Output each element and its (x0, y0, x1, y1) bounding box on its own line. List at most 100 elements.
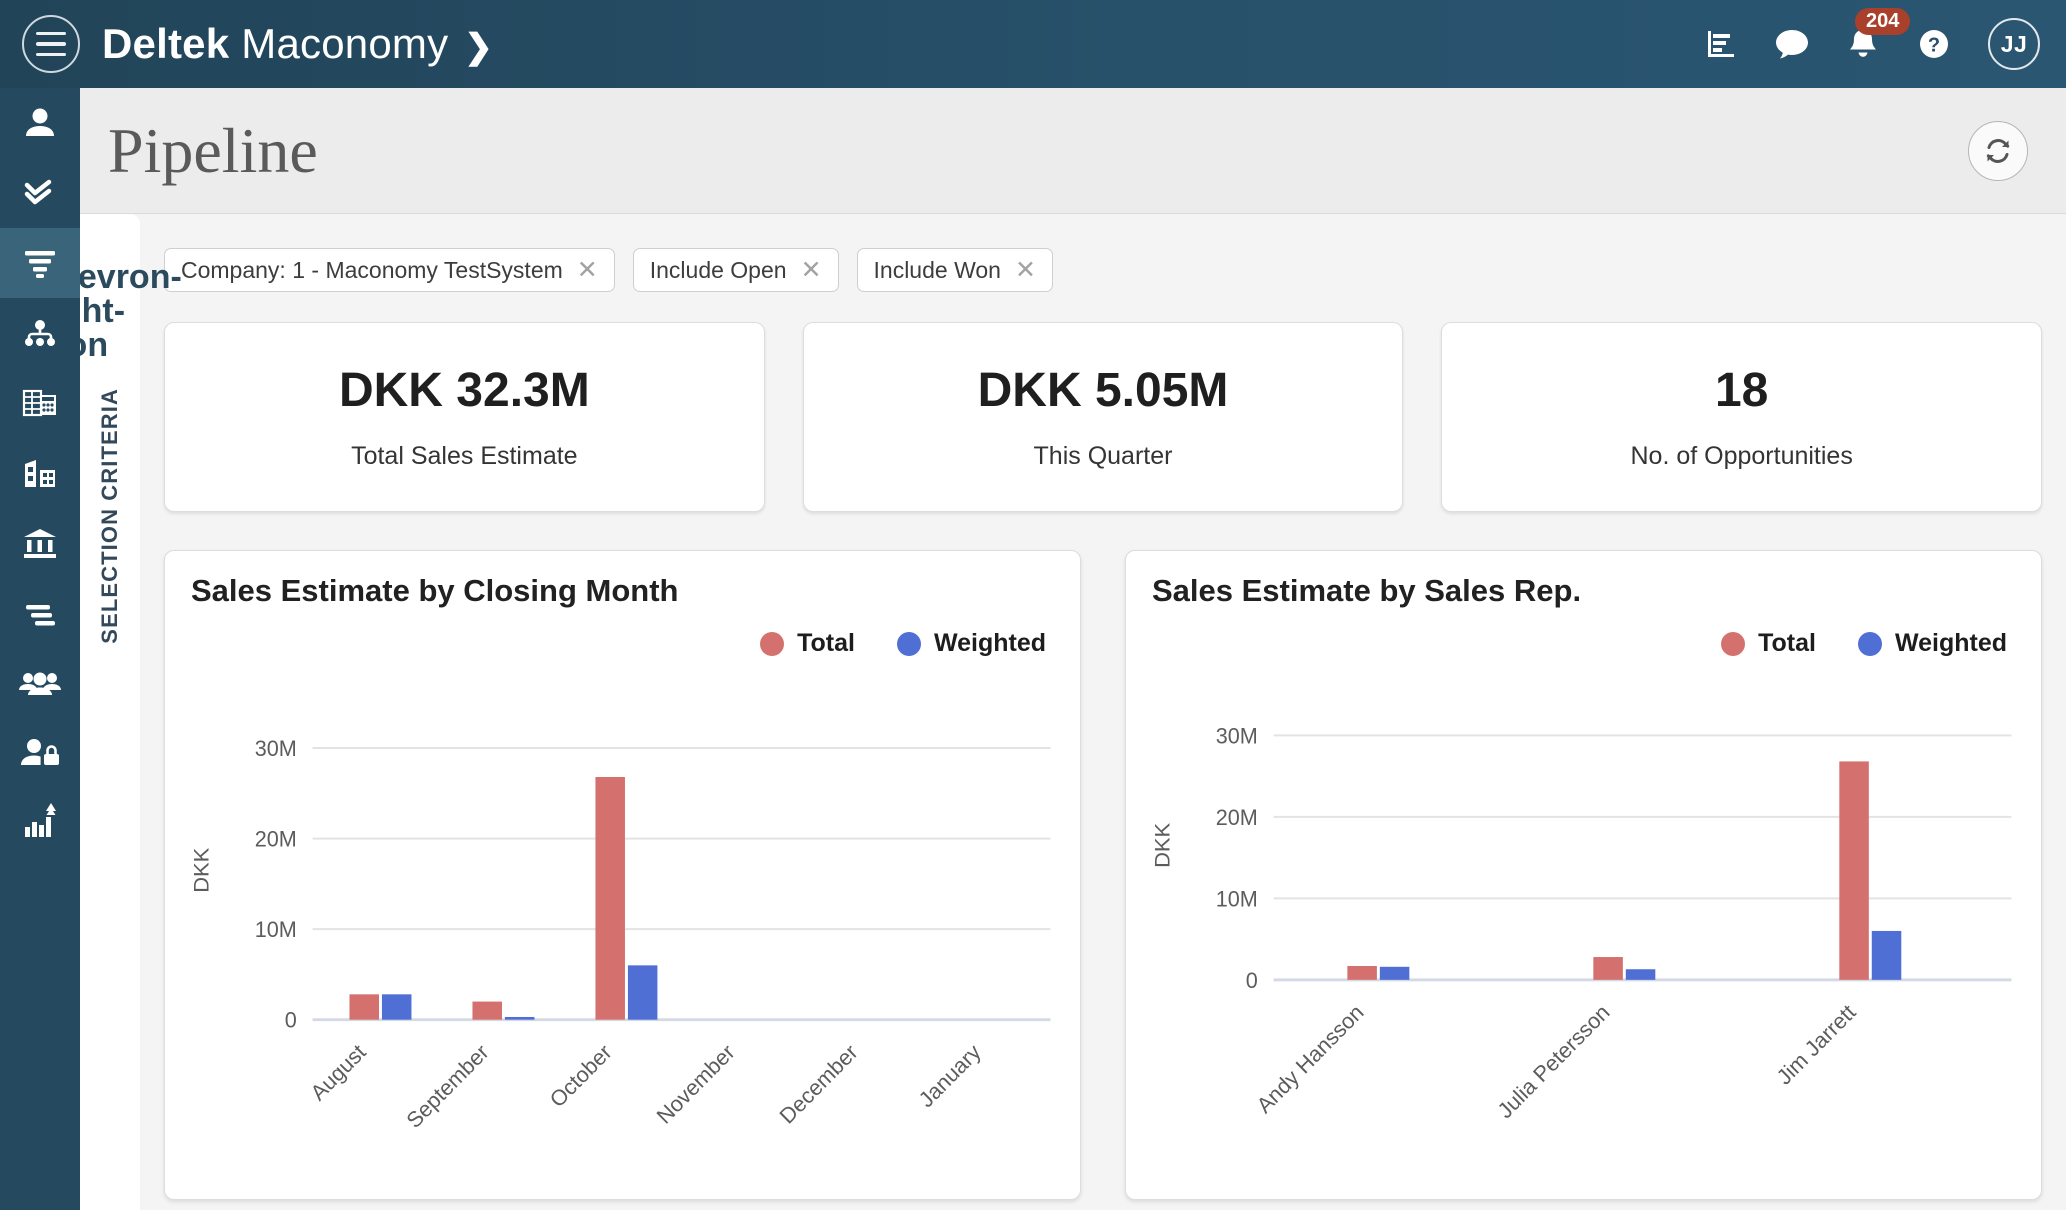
legend-item[interactable]: Weighted (897, 629, 1046, 658)
kpi-card: DKK 5.05M This Quarter (803, 322, 1404, 512)
sidebar-item-access-control[interactable] (0, 718, 80, 788)
filter-chip-remove-icon[interactable]: ✕ (1015, 258, 1036, 283)
filter-chip-remove-icon[interactable]: ✕ (801, 258, 822, 283)
chart-card: Sales Estimate by Sales Rep.TotalWeighte… (1125, 550, 2042, 1200)
chart-title: Sales Estimate by Closing Month (191, 573, 678, 609)
filter-chip[interactable]: Include Won✕ (857, 248, 1053, 292)
chart-bar[interactable] (1593, 957, 1623, 980)
notification-count-badge: 204 (1855, 8, 1910, 35)
x-axis-category-label: December (775, 1039, 863, 1128)
main-content-area: Company: 1 - Maconomy TestSystem✕Include… (140, 214, 2066, 1210)
sidebar-item-analytics[interactable] (0, 788, 80, 858)
selection-criteria-label: SELECTION CRITERIA (97, 388, 123, 644)
filter-chip[interactable]: Include Open ✕ (633, 248, 839, 292)
chart-legend: Total Weighted (760, 629, 1046, 658)
page-title: Pipeline (108, 119, 318, 183)
chart-bar[interactable] (1626, 969, 1656, 980)
chart-plot-area: 0 10M 20M 30M DKK August September October Novem… (165, 681, 1080, 1199)
y-axis-tick-label: 0 (285, 1008, 297, 1033)
kpi-label: No. of Opportunities (1631, 442, 1853, 471)
sidebar-item-company[interactable] (0, 438, 80, 508)
legend-item[interactable]: Total (1721, 629, 1816, 658)
filter-chip-label: Include Open (650, 257, 787, 284)
kpi-value: 18 (1715, 363, 1768, 418)
svg-text:?: ? (1928, 35, 1940, 57)
chart-card-row: Sales Estimate by Closing Month Total Weig… (140, 512, 2066, 1200)
chat-bubble-icon[interactable] (1774, 27, 1810, 61)
y-axis-label: DKK (188, 847, 213, 893)
sidebar-item-pipeline[interactable] (0, 228, 80, 298)
x-axis-category-label: August (306, 1039, 371, 1105)
filter-chip-remove-icon[interactable]: ✕ (577, 258, 598, 283)
kpi-value: DKK 5.05M (978, 363, 1229, 418)
page-header: Pipeline (80, 88, 2066, 214)
filter-chip[interactable]: Company: 1 - Maconomy TestSystem ✕ (164, 248, 615, 292)
kpi-card-row: DKK 32.3M Total Sales Estimate DKK 5.05M Th… (140, 292, 2066, 512)
y-axis-label: DKK (1149, 822, 1174, 868)
sidebar-item-tasks[interactable] (0, 578, 80, 648)
chart-bar[interactable] (349, 994, 379, 1019)
y-axis-tick-label: 10M (255, 917, 297, 942)
brand-name-primary: Deltek (102, 20, 229, 68)
legend-color-swatch (1721, 632, 1745, 656)
x-axis-category-label: October (545, 1039, 617, 1112)
brand-chevron-icon: ❯ (464, 27, 493, 67)
y-axis-tick-label: 30M (1216, 723, 1258, 748)
kpi-value: DKK 32.3M (339, 363, 590, 418)
x-axis-category-label: January (914, 1039, 986, 1112)
sidebar-item-finance[interactable] (0, 508, 80, 578)
legend-color-swatch (1858, 632, 1882, 656)
sidebar-item-person[interactable] (0, 88, 80, 158)
x-axis-category-label: Jim Jarrett (1772, 999, 1861, 1089)
chart-bar[interactable] (382, 994, 412, 1019)
bar-chart-icon[interactable] (1704, 27, 1738, 61)
legend-label: Total (797, 629, 855, 658)
chart-bar[interactable] (1380, 967, 1410, 980)
left-sidebar-navigation (0, 88, 80, 1210)
y-axis-tick-label: 10M (1216, 886, 1258, 911)
brand-logo[interactable]: Deltek Maconomy ❯ (102, 20, 493, 68)
topbar-actions: 204 ? JJ (1704, 18, 2066, 70)
chart-bar[interactable] (628, 965, 658, 1019)
chart-bar[interactable] (1872, 931, 1902, 980)
sidebar-item-org-chart[interactable] (0, 298, 80, 368)
x-axis-category-label: November (652, 1039, 740, 1128)
chart-bar[interactable] (1839, 761, 1869, 979)
bell-icon[interactable]: 204 (1846, 27, 1880, 61)
question-mark-circle-icon[interactable]: ? (1916, 26, 1952, 62)
legend-color-swatch (760, 632, 784, 656)
legend-label: Weighted (1895, 629, 2007, 658)
top-navigation-bar: Deltek Maconomy ❯ 204 (0, 0, 2066, 88)
sidebar-item-teams[interactable] (0, 648, 80, 718)
kpi-card: 18 No. of Opportunities (1441, 322, 2042, 512)
y-axis-tick-label: 20M (255, 826, 297, 851)
y-axis-tick-label: 20M (1216, 805, 1258, 830)
chart-bar[interactable] (472, 1002, 502, 1020)
kpi-card: DKK 32.3M Total Sales Estimate (164, 322, 765, 512)
chart-bar[interactable] (595, 777, 625, 1020)
user-avatar[interactable]: JJ (1988, 18, 2040, 70)
sidebar-item-spreadsheet[interactable] (0, 368, 80, 438)
chart-plot-area: 0 10M 20M 30M DKK Andy Hansson Julia Petersson… (1126, 681, 2041, 1199)
selection-criteria-panel-toggle[interactable]: chevron-right-icon SELECTION CRITERIA (80, 214, 140, 1210)
x-axis-category-label: Julia Petersson (1492, 999, 1614, 1123)
legend-label: Weighted (934, 629, 1046, 658)
legend-color-swatch (897, 632, 921, 656)
refresh-icon[interactable] (1968, 121, 2028, 181)
sidebar-item-approvals[interactable] (0, 158, 80, 228)
kpi-label: This Quarter (1034, 442, 1173, 471)
brand-name-secondary: Maconomy (241, 20, 448, 68)
legend-item[interactable]: Weighted (1858, 629, 2007, 658)
x-axis-category-label: September (401, 1039, 493, 1133)
chart-legend: Total Weighted (1721, 629, 2007, 658)
y-axis-tick-label: 0 (1246, 968, 1258, 993)
filter-chip-label: Company: 1 - Maconomy TestSystem (181, 257, 563, 284)
y-axis-tick-label: 30M (255, 736, 297, 761)
legend-label: Total (1758, 629, 1816, 658)
chart-bar[interactable] (505, 1017, 535, 1020)
chart-bar[interactable] (1347, 966, 1377, 980)
hamburger-menu-icon[interactable] (22, 15, 80, 73)
x-axis-category-label: Andy Hansson (1252, 999, 1369, 1118)
kpi-label: Total Sales Estimate (351, 442, 578, 471)
legend-item[interactable]: Total (760, 629, 855, 658)
